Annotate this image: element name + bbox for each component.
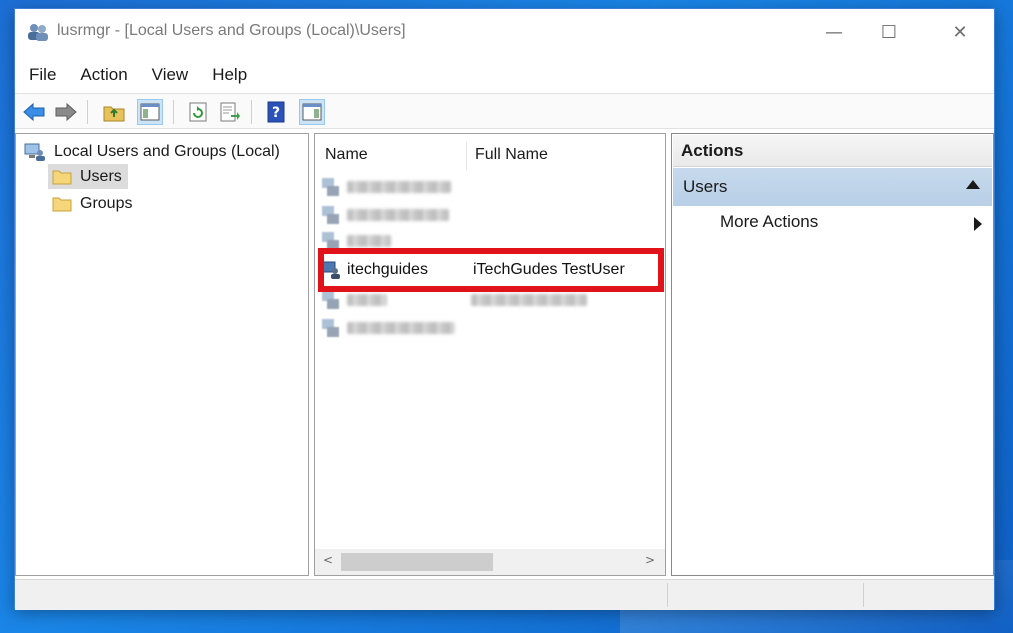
menu-help[interactable]: Help: [212, 65, 247, 85]
console-tree-pane: Local Users and Groups (Local) Users Gro…: [15, 133, 309, 576]
title-bar[interactable]: lusrmgr - [Local Users and Groups (Local…: [15, 9, 994, 55]
toolbar: ?: [15, 93, 994, 129]
tree-item-groups-label: Groups: [80, 194, 133, 212]
list-item[interactable]: [321, 202, 651, 228]
status-bar-divider: [863, 583, 864, 607]
blurred-user-name: [347, 322, 455, 334]
menu-file[interactable]: File: [29, 65, 56, 85]
up-folder-icon: [103, 106, 125, 122]
user-icon: [322, 291, 339, 309]
more-actions-item[interactable]: More Actions: [720, 212, 818, 232]
collapse-triangle-icon[interactable]: [966, 180, 980, 189]
toolbar-separator: [251, 100, 252, 124]
blurred-user-name: [347, 294, 387, 306]
computer-users-icon: [24, 143, 45, 161]
column-header-name[interactable]: Name: [325, 140, 368, 170]
highlight-annotation: [318, 248, 664, 292]
blurred-user-full-name: [471, 294, 587, 306]
svg-text:?: ?: [272, 105, 280, 121]
close-button[interactable]: ✕: [937, 9, 983, 55]
show-hide-tree-icon: [140, 103, 160, 121]
folder-icon: [52, 197, 72, 211]
menu-view[interactable]: View: [152, 65, 189, 85]
refresh-button[interactable]: [185, 99, 211, 125]
toolbar-separator: [173, 100, 174, 124]
lusrmgr-window: lusrmgr - [Local Users and Groups (Local…: [14, 8, 995, 610]
status-bar: [15, 579, 994, 610]
show-hide-action-pane-button[interactable]: [299, 99, 325, 125]
close-icon: ✕: [952, 21, 968, 43]
folder-icon: [52, 170, 72, 184]
menu-action[interactable]: Action: [80, 65, 127, 85]
help-button[interactable]: ?: [263, 99, 289, 125]
tree-item-users[interactable]: Users: [48, 164, 128, 189]
status-bar-divider: [667, 583, 668, 607]
user-icon: [322, 178, 339, 196]
scroll-left-icon[interactable]: <: [323, 553, 333, 567]
tree-item-groups[interactable]: Groups: [48, 191, 138, 216]
actions-pane: Actions Users More Actions: [671, 133, 994, 576]
menu-bar: File Action View Help: [15, 61, 994, 89]
maximize-button[interactable]: ☐: [866, 9, 912, 55]
scrollbar-thumb[interactable]: [341, 553, 493, 571]
tree-item-users-label: Users: [80, 167, 122, 185]
minimize-icon: —: [825, 21, 843, 43]
actions-section-label: Users: [683, 177, 728, 196]
maximize-icon: ☐: [880, 21, 898, 43]
actions-header: Actions: [673, 135, 992, 167]
export-list-icon: [220, 102, 240, 122]
tree-root-label: Local Users and Groups (Local): [54, 143, 280, 160]
list-item[interactable]: [321, 174, 651, 200]
users-app-icon: [28, 24, 48, 41]
blurred-user-name: [347, 209, 449, 221]
refresh-icon: [189, 102, 207, 122]
up-one-level-button[interactable]: [101, 99, 127, 125]
list-item[interactable]: [321, 315, 651, 341]
user-icon: [322, 319, 339, 337]
scroll-right-icon[interactable]: >: [645, 553, 655, 567]
toolbar-separator: [87, 100, 88, 124]
user-icon: [322, 206, 339, 224]
results-list-pane: Name Full Name itechguides iTechGudes Te…: [314, 133, 666, 576]
blurred-user-name: [347, 235, 391, 247]
back-button[interactable]: [21, 99, 47, 125]
window-title: lusrmgr - [Local Users and Groups (Local…: [57, 22, 406, 39]
horizontal-scrollbar[interactable]: < >: [315, 549, 665, 575]
back-icon: [23, 102, 45, 122]
show-hide-action-pane-icon: [302, 103, 322, 121]
blurred-user-name: [347, 181, 451, 193]
forward-button[interactable]: [53, 99, 79, 125]
export-list-button[interactable]: [217, 99, 243, 125]
forward-icon: [55, 102, 77, 122]
help-icon: ?: [267, 101, 285, 123]
column-header-full-name[interactable]: Full Name: [475, 140, 548, 170]
actions-section-users[interactable]: Users: [673, 168, 992, 206]
tree-root-local-users-groups[interactable]: Local Users and Groups (Local): [24, 140, 280, 164]
column-divider[interactable]: [466, 142, 467, 170]
submenu-arrow-icon[interactable]: [974, 217, 982, 231]
show-hide-tree-button[interactable]: [137, 99, 163, 125]
minimize-button[interactable]: —: [811, 9, 857, 55]
